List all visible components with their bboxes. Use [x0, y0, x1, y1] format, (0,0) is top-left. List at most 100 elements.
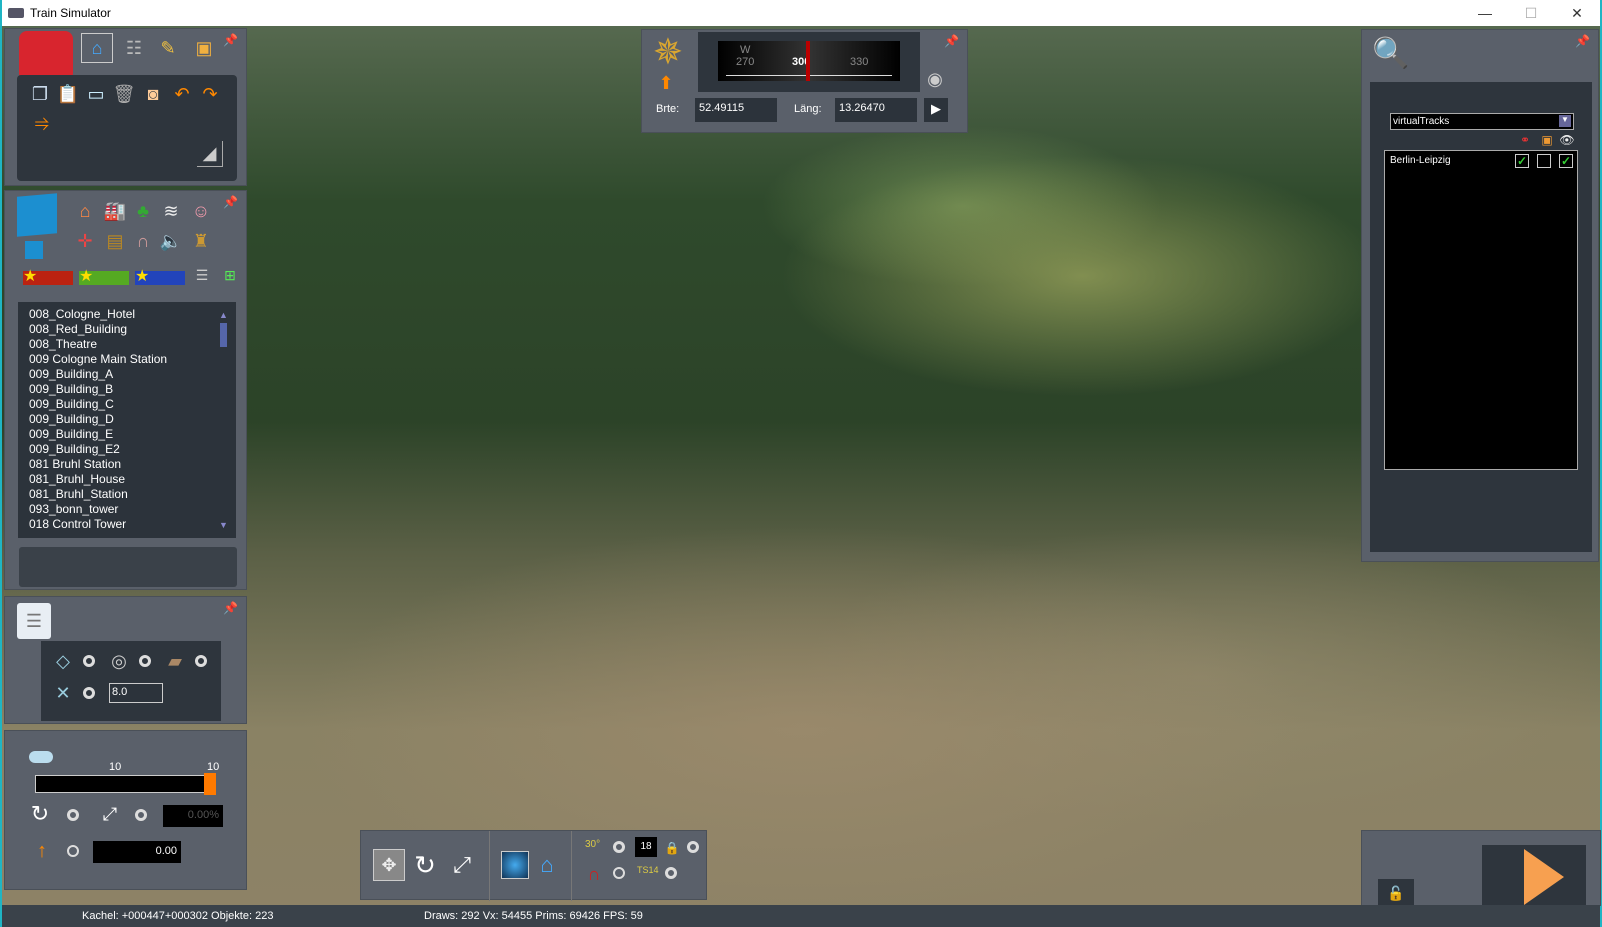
- cube-icon[interactable]: [17, 193, 57, 237]
- scroll-up-button[interactable]: ▲: [219, 308, 228, 323]
- person-category-icon[interactable]: ☺: [189, 199, 213, 223]
- list-item[interactable]: 093_bonn_tower: [29, 502, 236, 517]
- scrollbar[interactable]: ▲ ▼: [219, 308, 228, 533]
- brush-size-slider[interactable]: [35, 773, 216, 795]
- list-item[interactable]: 009_Building_B: [29, 382, 236, 397]
- industry-category-icon[interactable]: 🏭: [103, 199, 127, 223]
- angle-radio[interactable]: [613, 841, 625, 853]
- list-item[interactable]: 009_Building_C: [29, 397, 236, 412]
- magnet-radio[interactable]: [613, 867, 625, 879]
- lock-radio[interactable]: [687, 841, 699, 853]
- list-item[interactable]: 009_Building_E2: [29, 442, 236, 457]
- train-tab-icon[interactable]: ▣: [191, 35, 217, 61]
- screen-icon[interactable]: ▭: [85, 83, 107, 105]
- delete-icon[interactable]: 🗑: [113, 83, 136, 105]
- chevron-down-icon[interactable]: ▼: [1559, 115, 1571, 127]
- favorites-green-button[interactable]: ★: [79, 268, 129, 285]
- list-item[interactable]: 008_Red_Building: [29, 322, 236, 337]
- compass-rose-icon[interactable]: ✵: [648, 31, 688, 72]
- list-item[interactable]: 081_Bruhl_Station: [29, 487, 236, 502]
- fullscreen-icon[interactable]: ✥: [373, 849, 405, 881]
- signal-category-icon[interactable]: ✛: [73, 229, 97, 253]
- percent-field[interactable]: 0.00%: [163, 805, 223, 827]
- undo-icon[interactable]: ↶: [171, 83, 193, 105]
- list-item[interactable]: 009_Building_E: [29, 427, 236, 442]
- sound-category-icon[interactable]: 🔈: [159, 229, 183, 253]
- list-item[interactable]: 009 Cologne Main Station: [29, 352, 236, 367]
- longitude-field[interactable]: 13.26470: [835, 98, 917, 122]
- go-to-coordinates-button[interactable]: ▶: [924, 98, 948, 122]
- latitude-field[interactable]: 52.49115: [695, 98, 777, 122]
- heading-tape[interactable]: W 270 300 330: [718, 41, 900, 81]
- flatten-icon[interactable]: ⥤: [29, 111, 55, 133]
- zoom-extents-icon[interactable]: ⤢: [447, 849, 477, 881]
- tracks-tab-icon[interactable]: ☷: [121, 35, 147, 61]
- mesh-radio[interactable]: [83, 687, 95, 699]
- toggle-switch[interactable]: [29, 751, 53, 763]
- terrain-value-input[interactable]: 8.0: [109, 683, 163, 703]
- rotate-view-icon[interactable]: ↻: [409, 849, 441, 881]
- grid-view-icon[interactable]: ⊞: [221, 265, 239, 285]
- rotate-auto-icon[interactable]: ↻: [27, 801, 53, 827]
- track-row[interactable]: Berlin-Leipzig ✓ ✓: [1385, 151, 1577, 171]
- pin-icon[interactable]: 📌: [223, 33, 238, 47]
- object-list[interactable]: ▲ ▼ 008_Cologne_Hotel 008_Red_Building 008…: [18, 302, 236, 538]
- bench-category-icon[interactable]: ▤: [103, 229, 127, 253]
- pin-icon[interactable]: 📌: [223, 601, 238, 615]
- globe-icon[interactable]: [501, 851, 529, 879]
- track-checkbox-1[interactable]: ✓: [1515, 154, 1529, 168]
- favorites-red-button[interactable]: ★: [23, 268, 73, 285]
- list-item[interactable]: 081 Bruhl Station: [29, 457, 236, 472]
- scale-radio[interactable]: [135, 809, 147, 821]
- house-category-icon[interactable]: ⌂: [73, 199, 97, 223]
- scroll-down-button[interactable]: ▼: [219, 518, 228, 533]
- measure-icon[interactable]: ◙: [141, 83, 165, 105]
- height-field[interactable]: 0.00: [93, 841, 181, 863]
- list-item[interactable]: 018 Control Tower: [29, 517, 236, 532]
- reset-view-icon[interactable]: ◉: [924, 68, 946, 90]
- minimize-button[interactable]: —: [1462, 0, 1508, 26]
- height-radio[interactable]: [67, 845, 79, 857]
- grid-number-field[interactable]: 18: [635, 837, 657, 857]
- favorites-blue-button[interactable]: ★: [135, 268, 185, 285]
- tree-category-icon[interactable]: ♣: [131, 199, 155, 223]
- small-cube-icon[interactable]: [25, 241, 43, 259]
- redo-icon[interactable]: ↷: [199, 83, 221, 105]
- texture-radio[interactable]: [195, 655, 207, 667]
- list-item[interactable]: 009_Building_D: [29, 412, 236, 427]
- search-icon[interactable]: 🔍: [1372, 34, 1410, 72]
- scale-auto-icon[interactable]: ⤢: [97, 801, 123, 827]
- list-item[interactable]: 009_Building_A: [29, 367, 236, 382]
- spotlight-icon[interactable]: ◢: [197, 141, 223, 167]
- home-tab-icon[interactable]: ⌂: [81, 33, 113, 63]
- close-button[interactable]: ✕: [1554, 0, 1600, 26]
- height-auto-icon[interactable]: ↑: [31, 837, 53, 865]
- paste-icon[interactable]: 📋: [57, 83, 79, 105]
- maximize-button[interactable]: ☐: [1508, 0, 1554, 26]
- pin-icon[interactable]: 📌: [223, 195, 238, 209]
- list-item[interactable]: 081_Bruhl_House: [29, 472, 236, 487]
- track-checkbox-3[interactable]: ✓: [1559, 154, 1573, 168]
- track-checkbox-2[interactable]: [1537, 154, 1551, 168]
- unlock-icon[interactable]: 🔓: [1378, 879, 1414, 907]
- home-view-icon[interactable]: ⌂: [533, 851, 561, 879]
- track-set-dropdown[interactable]: virtualTracks ▼: [1390, 113, 1574, 130]
- landscape-category-icon[interactable]: ≋: [159, 199, 183, 223]
- play-button[interactable]: [1482, 845, 1586, 907]
- terrain-properties-icon[interactable]: ☰: [17, 603, 51, 639]
- pin-icon[interactable]: 📌: [1575, 34, 1590, 48]
- flat-radio[interactable]: [83, 655, 95, 667]
- toolbox-icon[interactable]: [19, 31, 73, 81]
- rotate-radio[interactable]: [67, 809, 79, 821]
- north-up-icon[interactable]: ⬆: [654, 72, 678, 94]
- ts-radio[interactable]: [665, 867, 677, 879]
- list-item[interactable]: 008_Cologne_Hotel: [29, 307, 236, 322]
- bag-category-icon[interactable]: ♜: [189, 229, 213, 253]
- paint-tab-icon[interactable]: ✎: [155, 35, 181, 61]
- scroll-thumb[interactable]: [220, 323, 227, 347]
- list-item[interactable]: 008_Theatre: [29, 337, 236, 352]
- list-view-icon[interactable]: ☰: [193, 265, 211, 285]
- pin-icon[interactable]: 📌: [944, 34, 959, 48]
- circle-radio[interactable]: [139, 655, 151, 667]
- bridge-category-icon[interactable]: ∩: [131, 229, 155, 253]
